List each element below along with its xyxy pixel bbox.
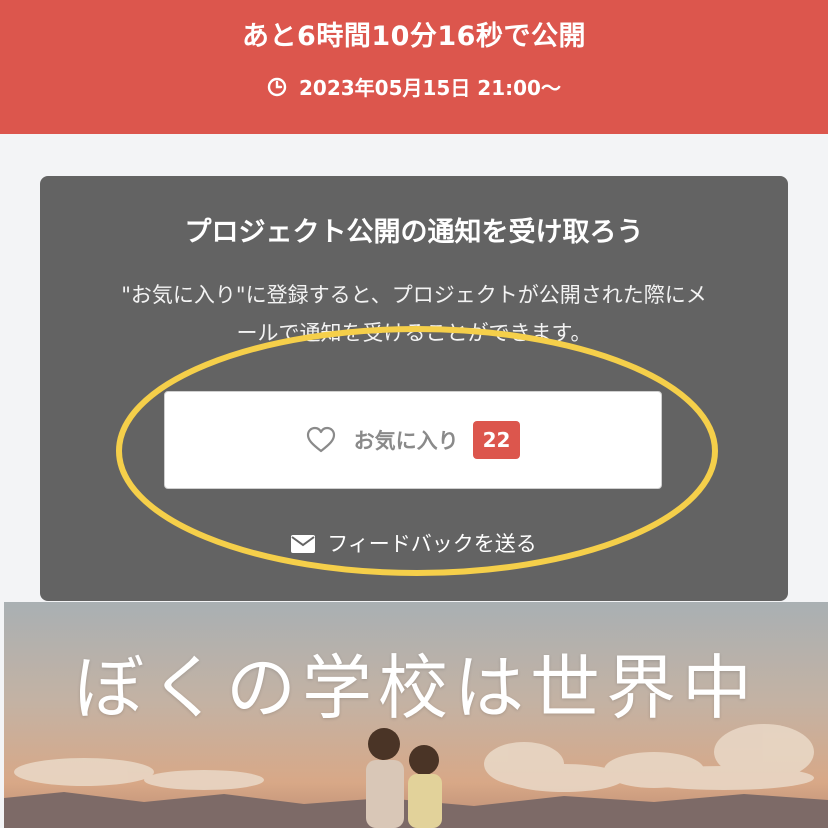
favorite-button-label: お気に入り bbox=[353, 429, 459, 453]
favorite-count-badge: 22 bbox=[472, 421, 521, 459]
envelope-icon bbox=[291, 534, 316, 553]
hero-image: ぼくの学校は世界中 bbox=[4, 602, 828, 828]
heart-outline-icon bbox=[306, 426, 336, 454]
countdown-text: あと6時間10分16秒で公開 bbox=[242, 21, 586, 52]
notify-card-description-line1: "お気に入り"に登録すると、プロジェクトが公開された際にメ bbox=[121, 283, 707, 307]
notify-card-description-line2: ールで通知を受けることができます。 bbox=[236, 321, 592, 345]
release-datetime: 2023年05月15日 21:00〜 bbox=[299, 76, 561, 100]
feedback-link-label: フィードバックを送る bbox=[327, 532, 537, 556]
favorite-button[interactable]: お気に入り 22 bbox=[164, 391, 662, 489]
notify-card: プロジェクト公開の通知を受け取ろう "お気に入り"に登録すると、プロジェクトが公… bbox=[40, 176, 788, 601]
notify-card-description: "お気に入り"に登録すると、プロジェクトが公開された際にメ ールで通知を受けるこ… bbox=[76, 276, 752, 352]
hero-title: ぼくの学校は世界中 bbox=[74, 647, 758, 729]
clock-icon bbox=[267, 77, 287, 97]
notify-card-title: プロジェクト公開の通知を受け取ろう bbox=[184, 217, 644, 248]
release-datetime-row: 2023年05月15日 21:00〜 bbox=[0, 72, 828, 101]
feedback-link[interactable]: フィードバックを送る bbox=[40, 528, 788, 558]
countdown-banner: あと6時間10分16秒で公開 2023年05月15日 21:00〜 bbox=[0, 0, 828, 134]
